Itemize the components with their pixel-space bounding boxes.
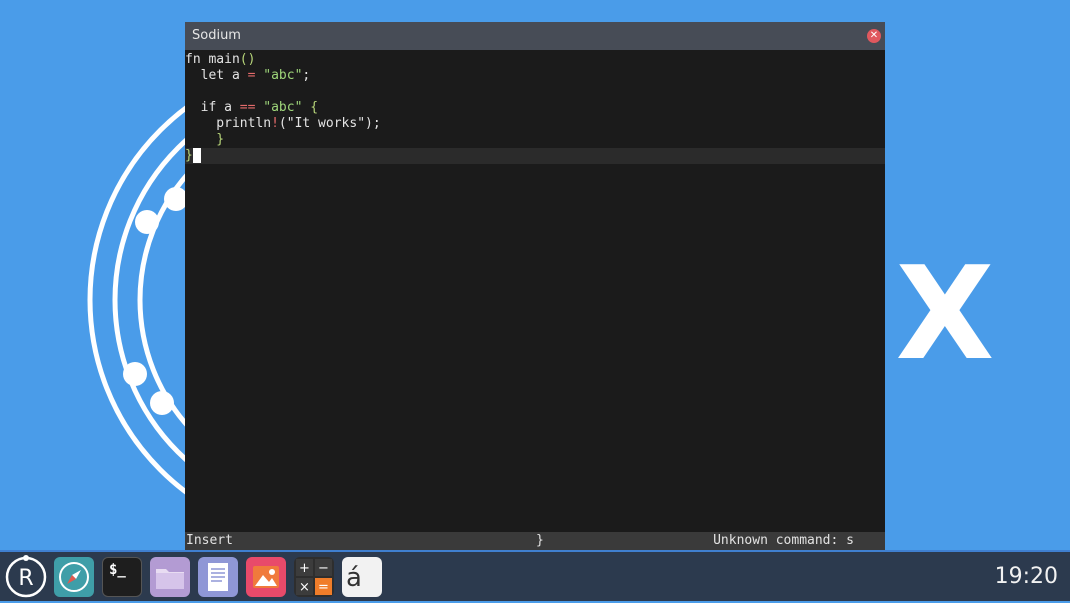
document-icon xyxy=(208,563,228,591)
status-message: Unknown command: s xyxy=(713,533,854,548)
window-titlebar[interactable]: Sodium ✕ xyxy=(185,22,885,50)
code-line: fn main() xyxy=(185,52,256,67)
text-cursor xyxy=(192,148,201,163)
text-editor-button[interactable] xyxy=(198,557,238,597)
code-line: println!("It works"); xyxy=(185,116,381,131)
sodium-window[interactable]: Sodium ✕ fn main() let a = "abc"; if a =… xyxy=(185,22,885,550)
file-manager-button[interactable] xyxy=(150,557,190,597)
status-current-char: } xyxy=(536,533,544,548)
character-map-button[interactable]: á xyxy=(342,557,382,597)
svg-text:+: + xyxy=(299,561,310,576)
wallpaper-logo-x: X xyxy=(895,240,995,389)
editor-statusbar: Insert } Unknown command: s xyxy=(185,532,885,550)
taskbar: R $_ + − × = á 19:20 xyxy=(0,550,1070,601)
clock: 19:20 xyxy=(994,564,1058,589)
svg-text:×: × xyxy=(299,580,310,595)
status-mode: Insert xyxy=(186,533,233,548)
calculator-icon: + − × = xyxy=(296,559,332,595)
svg-text:R: R xyxy=(18,566,33,591)
character-map-icon: á xyxy=(346,563,362,593)
svg-text:=: = xyxy=(318,580,329,595)
close-button[interactable]: ✕ xyxy=(867,29,881,43)
terminal-icon: $_ xyxy=(109,562,126,578)
image-icon xyxy=(253,566,279,588)
terminal-button[interactable]: $_ xyxy=(102,557,142,597)
browser-button[interactable] xyxy=(54,557,94,597)
calculator-button[interactable]: + − × = xyxy=(294,557,334,597)
code-line: let a = "abc"; xyxy=(185,68,311,83)
folder-icon xyxy=(156,569,184,589)
close-icon: ✕ xyxy=(869,30,879,41)
code-line-current: } xyxy=(185,148,885,164)
code-line: if a == "abc" { xyxy=(185,100,319,115)
text-editor-area[interactable]: fn main() let a = "abc"; if a == "abc" {… xyxy=(185,50,885,532)
window-title: Sodium xyxy=(192,28,241,43)
launcher-button[interactable]: R xyxy=(4,555,48,599)
browser-icon xyxy=(59,562,89,592)
redox-launcher-icon: R xyxy=(5,555,47,598)
image-viewer-button[interactable] xyxy=(246,557,286,597)
svg-text:−: − xyxy=(318,561,329,576)
code-line: } xyxy=(185,132,225,147)
